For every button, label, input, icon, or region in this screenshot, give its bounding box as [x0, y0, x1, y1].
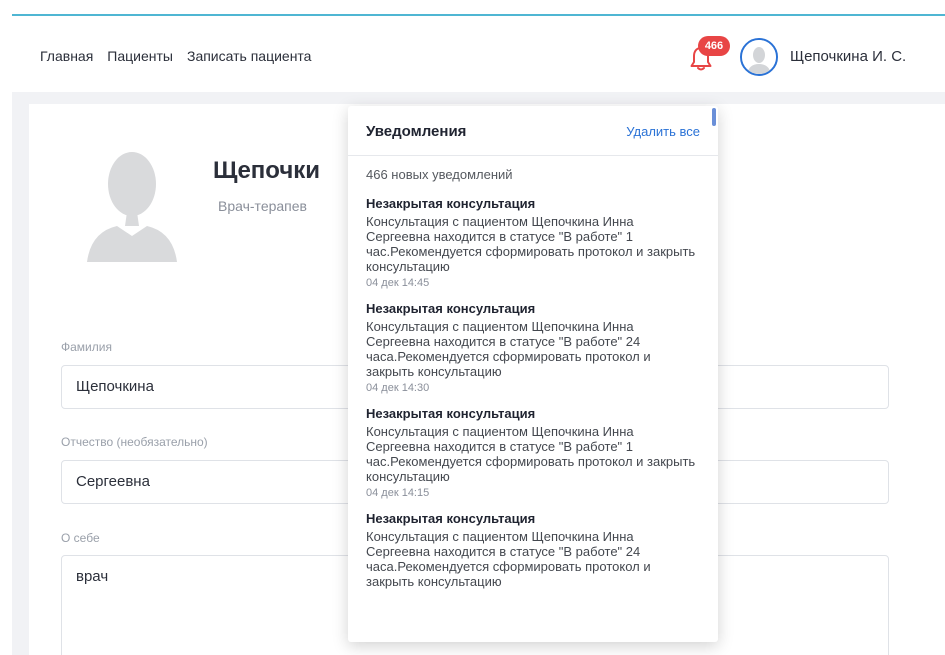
delete-all-button[interactable]: Удалить все	[626, 124, 700, 139]
main-nav: Главная Пациенты Записать пациента	[40, 48, 311, 64]
profile-photo-placeholder	[87, 152, 177, 262]
notification-item[interactable]: Незакрытая консультация Консультация с п…	[366, 406, 700, 499]
profile-role: Врач-терапев	[218, 198, 307, 214]
user-name[interactable]: Щепочкина И. С.	[790, 48, 906, 65]
scrollbar-thumb[interactable]	[712, 108, 716, 126]
nav-register-patient[interactable]: Записать пациента	[187, 48, 311, 64]
last-name-label: Фамилия	[61, 340, 112, 354]
notification-body: Консультация с пациентом Щепочкина Инна …	[366, 214, 696, 274]
notification-item[interactable]: Незакрытая консультация Консультация с п…	[366, 511, 700, 589]
notification-body: Консультация с пациентом Щепочкина Инна …	[366, 319, 651, 379]
user-avatar-icon[interactable]	[740, 38, 778, 76]
new-notifications-count: 466 новых уведомлений	[366, 167, 513, 182]
dropdown-title: Уведомления	[366, 123, 467, 140]
about-label: О себе	[61, 531, 100, 545]
app-window: Главная Пациенты Записать пациента 466 Щ…	[12, 14, 945, 655]
dropdown-header: Уведомления Удалить все	[348, 106, 718, 156]
notification-item[interactable]: Незакрытая консультация Консультация с п…	[366, 196, 700, 289]
top-header: Главная Пациенты Записать пациента 466 Щ…	[12, 16, 945, 92]
notification-body: Консультация с пациентом Щепочкина Инна …	[366, 529, 651, 589]
notification-title: Незакрытая консультация	[366, 406, 536, 421]
nav-home[interactable]: Главная	[40, 48, 93, 64]
notification-body: Консультация с пациентом Щепочкина Инна …	[366, 424, 696, 484]
notification-list: Незакрытая консультация Консультация с п…	[366, 196, 700, 601]
patronymic-label: Отчество (необязательно)	[61, 435, 208, 449]
notification-time: 04 дек 14:45	[366, 277, 430, 289]
notification-time: 04 дек 14:30	[366, 382, 430, 394]
notifications-dropdown: Уведомления Удалить все 466 новых уведом…	[348, 106, 718, 642]
notification-time: 04 дек 14:15	[366, 487, 430, 499]
notification-title: Незакрытая консультация	[366, 196, 536, 211]
notification-count-badge[interactable]: 466	[698, 36, 730, 56]
profile-name: Щепочки	[213, 157, 321, 184]
notification-title: Незакрытая консультация	[366, 511, 536, 526]
notification-item[interactable]: Незакрытая консультация Консультация с п…	[366, 301, 700, 394]
notification-title: Незакрытая консультация	[366, 301, 536, 316]
nav-patients[interactable]: Пациенты	[107, 48, 173, 64]
